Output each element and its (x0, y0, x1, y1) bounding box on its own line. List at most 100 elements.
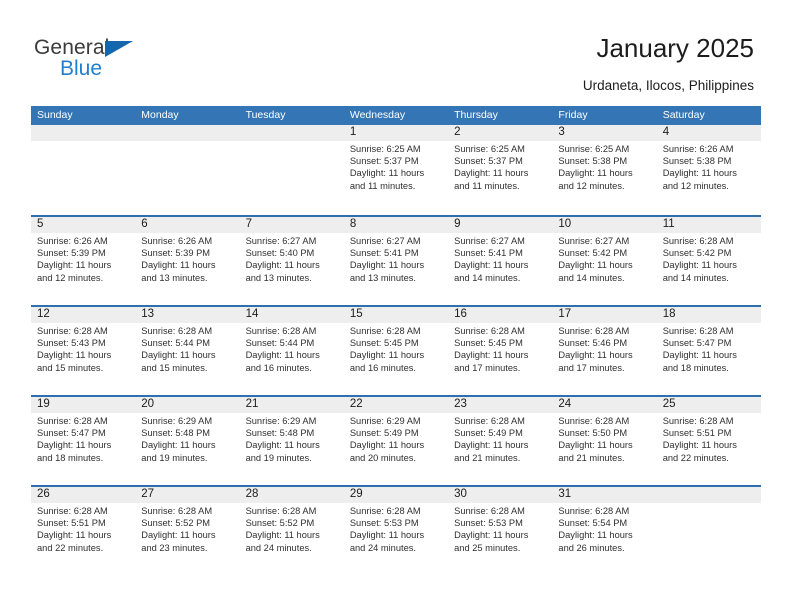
sun-info: Sunrise: 6:26 AM Sunset: 5:38 PM Daylight:… (663, 143, 761, 192)
daylight-text-line2: and 15 minutes. (141, 362, 208, 373)
sunset-text: Sunset: 5:41 PM (454, 248, 523, 259)
calendar-day-cell[interactable]: 30 Sunrise: 6:28 AM Sunset: 5:53 PM Dayligh… (448, 487, 552, 575)
day-number: 18 (662, 308, 676, 320)
calendar-day-cell[interactable]: 16 Sunrise: 6:28 AM Sunset: 5:45 PM Dayligh… (448, 307, 552, 395)
daylight-text-line1: Daylight: 11 hours (245, 530, 320, 541)
calendar-day-cell[interactable]: 6 Sunrise: 6:26 AM Sunset: 5:39 PM Daylight… (135, 217, 239, 305)
daylight-text-line1: Daylight: 11 hours (454, 260, 529, 271)
calendar-week-cells: 1 Sunrise: 6:25 AM Sunset: 5:37 PM Daylight… (31, 125, 761, 213)
calendar-day-cell[interactable]: 12 Sunrise: 6:28 AM Sunset: 5:43 PM Dayligh… (31, 307, 135, 395)
sun-info: Sunrise: 6:28 AM Sunset: 5:47 PM Daylight:… (37, 415, 135, 464)
calendar-day-cell[interactable]: 27 Sunrise: 6:28 AM Sunset: 5:52 PM Dayligh… (135, 487, 239, 575)
daylight-text-line2: and 13 minutes. (245, 272, 312, 283)
sunrise-text: Sunrise: 6:28 AM (141, 506, 213, 516)
daylight-text-line2: and 14 minutes. (558, 272, 625, 283)
calendar-day-cell[interactable]: 22 Sunrise: 6:29 AM Sunset: 5:49 PM Dayligh… (344, 397, 448, 485)
daylight-text-line2: and 25 minutes. (454, 542, 521, 553)
sunrise-text: Sunrise: 6:27 AM (245, 236, 317, 246)
daylight-text-line1: Daylight: 11 hours (141, 440, 216, 451)
sunset-text: Sunset: 5:53 PM (454, 518, 523, 529)
calendar-day-cell[interactable]: 23 Sunrise: 6:28 AM Sunset: 5:49 PM Dayligh… (448, 397, 552, 485)
calendar-day-cell[interactable]: 13 Sunrise: 6:28 AM Sunset: 5:44 PM Dayligh… (135, 307, 239, 395)
sunrise-text: Sunrise: 6:26 AM (662, 144, 734, 154)
calendar-day-cell[interactable]: 31 Sunrise: 6:28 AM Sunset: 5:54 PM Dayligh… (552, 487, 656, 575)
sun-info: Sunrise: 6:28 AM Sunset: 5:42 PM Daylight:… (663, 235, 761, 284)
calendar-day-cell[interactable]: 26 Sunrise: 6:28 AM Sunset: 5:51 PM Dayligh… (31, 487, 135, 575)
calendar-day-cell[interactable]: 21 Sunrise: 6:29 AM Sunset: 5:48 PM Dayligh… (240, 397, 344, 485)
calendar-day-cell[interactable]: 4 Sunrise: 6:26 AM Sunset: 5:38 PM Daylight… (657, 125, 761, 213)
calendar-day-cell[interactable]: 18 Sunrise: 6:28 AM Sunset: 5:47 PM Dayligh… (657, 307, 761, 395)
calendar-day-cell[interactable]: 25 Sunrise: 6:28 AM Sunset: 5:51 PM Dayligh… (657, 397, 761, 485)
calendar-day-cell[interactable]: 8 Sunrise: 6:27 AM Sunset: 5:41 PM Daylight… (344, 217, 448, 305)
day-number: 12 (37, 308, 50, 320)
page-title: January 2025 (596, 33, 754, 63)
calendar-day-cell[interactable]: 29 Sunrise: 6:28 AM Sunset: 5:53 PM Dayligh… (344, 487, 448, 575)
sun-info: Sunrise: 6:29 AM Sunset: 5:48 PM Daylight:… (246, 415, 344, 464)
daylight-text-line1: Daylight: 11 hours (558, 440, 633, 451)
sunrise-text: Sunrise: 6:28 AM (662, 236, 734, 246)
sun-info: Sunrise: 6:28 AM Sunset: 5:44 PM Daylight:… (246, 325, 344, 374)
sunrise-text: Sunrise: 6:28 AM (349, 326, 421, 336)
sun-info: Sunrise: 6:29 AM Sunset: 5:49 PM Daylight:… (350, 415, 448, 464)
general-blue-logo[interactable]: General Blue (34, 36, 154, 84)
sunset-text: Sunset: 5:52 PM (245, 518, 315, 529)
calendar-day-cell[interactable]: 5 Sunrise: 6:26 AM Sunset: 5:39 PM Daylight… (31, 217, 135, 305)
sunset-text: Sunset: 5:45 PM (349, 338, 419, 349)
calendar-day-cell[interactable]: 2 Sunrise: 6:25 AM Sunset: 5:37 PM Daylight… (448, 125, 552, 213)
daylight-text-line1: Daylight: 11 hours (37, 530, 112, 541)
sun-info: Sunrise: 6:28 AM Sunset: 5:54 PM Daylight:… (558, 505, 656, 554)
sunset-text: Sunset: 5:44 PM (245, 338, 315, 349)
daylight-text-line1: Daylight: 11 hours (349, 350, 425, 361)
sunrise-text: Sunrise: 6:28 AM (558, 326, 630, 336)
daylight-text-line1: Daylight: 11 hours (662, 440, 737, 451)
sun-info: Sunrise: 6:28 AM Sunset: 5:53 PM Daylight:… (350, 505, 448, 554)
sunrise-text: Sunrise: 6:28 AM (37, 416, 108, 426)
sunset-text: Sunset: 5:53 PM (349, 518, 419, 529)
day-number: 5 (37, 218, 44, 230)
calendar-day-cell[interactable]: 11 Sunrise: 6:28 AM Sunset: 5:42 PM Dayligh… (657, 217, 761, 305)
calendar-day-cell[interactable]: 14 Sunrise: 6:28 AM Sunset: 5:44 PM Dayligh… (240, 307, 344, 395)
sunset-text: Sunset: 5:38 PM (662, 156, 732, 167)
daylight-text-line2: and 15 minutes. (37, 362, 104, 373)
day-number: 27 (141, 488, 155, 500)
day-number (246, 125, 344, 141)
day-number: 6 (141, 218, 148, 230)
calendar-day-cell[interactable]: 17 Sunrise: 6:28 AM Sunset: 5:46 PM Dayligh… (552, 307, 656, 395)
sunset-text: Sunset: 5:49 PM (349, 428, 419, 439)
sunset-text: Sunset: 5:50 PM (558, 428, 628, 439)
daylight-text-line1: Daylight: 11 hours (662, 350, 737, 361)
weekday-header-monday: Monday (141, 109, 179, 121)
sunrise-text: Sunrise: 6:28 AM (558, 416, 630, 426)
daylight-text-line1: Daylight: 11 hours (245, 260, 320, 271)
sunset-text: Sunset: 5:43 PM (37, 338, 106, 349)
calendar-day-cell[interactable]: 19 Sunrise: 6:28 AM Sunset: 5:47 PM Dayligh… (31, 397, 135, 485)
daylight-text-line2: and 12 minutes. (662, 180, 729, 191)
calendar-day-cell[interactable]: 7 Sunrise: 6:27 AM Sunset: 5:40 PM Daylight… (240, 217, 344, 305)
day-number: 21 (245, 398, 259, 410)
daylight-text-line2: and 22 minutes. (37, 542, 104, 553)
calendar-day-cell[interactable]: 9 Sunrise: 6:27 AM Sunset: 5:41 PM Daylight… (448, 217, 552, 305)
sun-info: Sunrise: 6:26 AM Sunset: 5:39 PM Daylight:… (37, 235, 135, 284)
calendar-day-cell[interactable]: 28 Sunrise: 6:28 AM Sunset: 5:52 PM Dayligh… (240, 487, 344, 575)
daylight-text-line2: and 21 minutes. (558, 452, 625, 463)
calendar-day-cell[interactable]: 3 Sunrise: 6:25 AM Sunset: 5:38 PM Daylight… (552, 125, 656, 213)
day-number (141, 125, 239, 141)
daylight-text-line2: and 11 minutes. (349, 180, 416, 191)
daylight-text-line2: and 19 minutes. (245, 452, 312, 463)
daylight-text-line1: Daylight: 11 hours (558, 260, 633, 271)
sunrise-text: Sunrise: 6:25 AM (558, 144, 630, 154)
calendar-day-cell[interactable]: 1 Sunrise: 6:25 AM Sunset: 5:37 PM Daylight… (344, 125, 448, 213)
sun-info: Sunrise: 6:28 AM Sunset: 5:49 PM Daylight:… (454, 415, 552, 464)
calendar-day-cell[interactable]: 10 Sunrise: 6:27 AM Sunset: 5:42 PM Dayligh… (552, 217, 656, 305)
day-number: 22 (349, 398, 363, 410)
calendar-day-cell[interactable]: 24 Sunrise: 6:28 AM Sunset: 5:50 PM Dayligh… (552, 397, 656, 485)
daylight-text-line2: and 11 minutes. (454, 180, 520, 191)
calendar-day-cell[interactable]: 20 Sunrise: 6:29 AM Sunset: 5:48 PM Dayligh… (135, 397, 239, 485)
day-number: 31 (558, 488, 572, 500)
calendar-empty-cell (240, 125, 344, 213)
sunrise-text: Sunrise: 6:28 AM (37, 506, 108, 516)
day-number: 29 (349, 488, 363, 500)
logo-text-blue: Blue (60, 57, 103, 80)
calendar-day-cell[interactable]: 15 Sunrise: 6:28 AM Sunset: 5:45 PM Dayligh… (344, 307, 448, 395)
daylight-text-line2: and 16 minutes. (349, 362, 416, 373)
